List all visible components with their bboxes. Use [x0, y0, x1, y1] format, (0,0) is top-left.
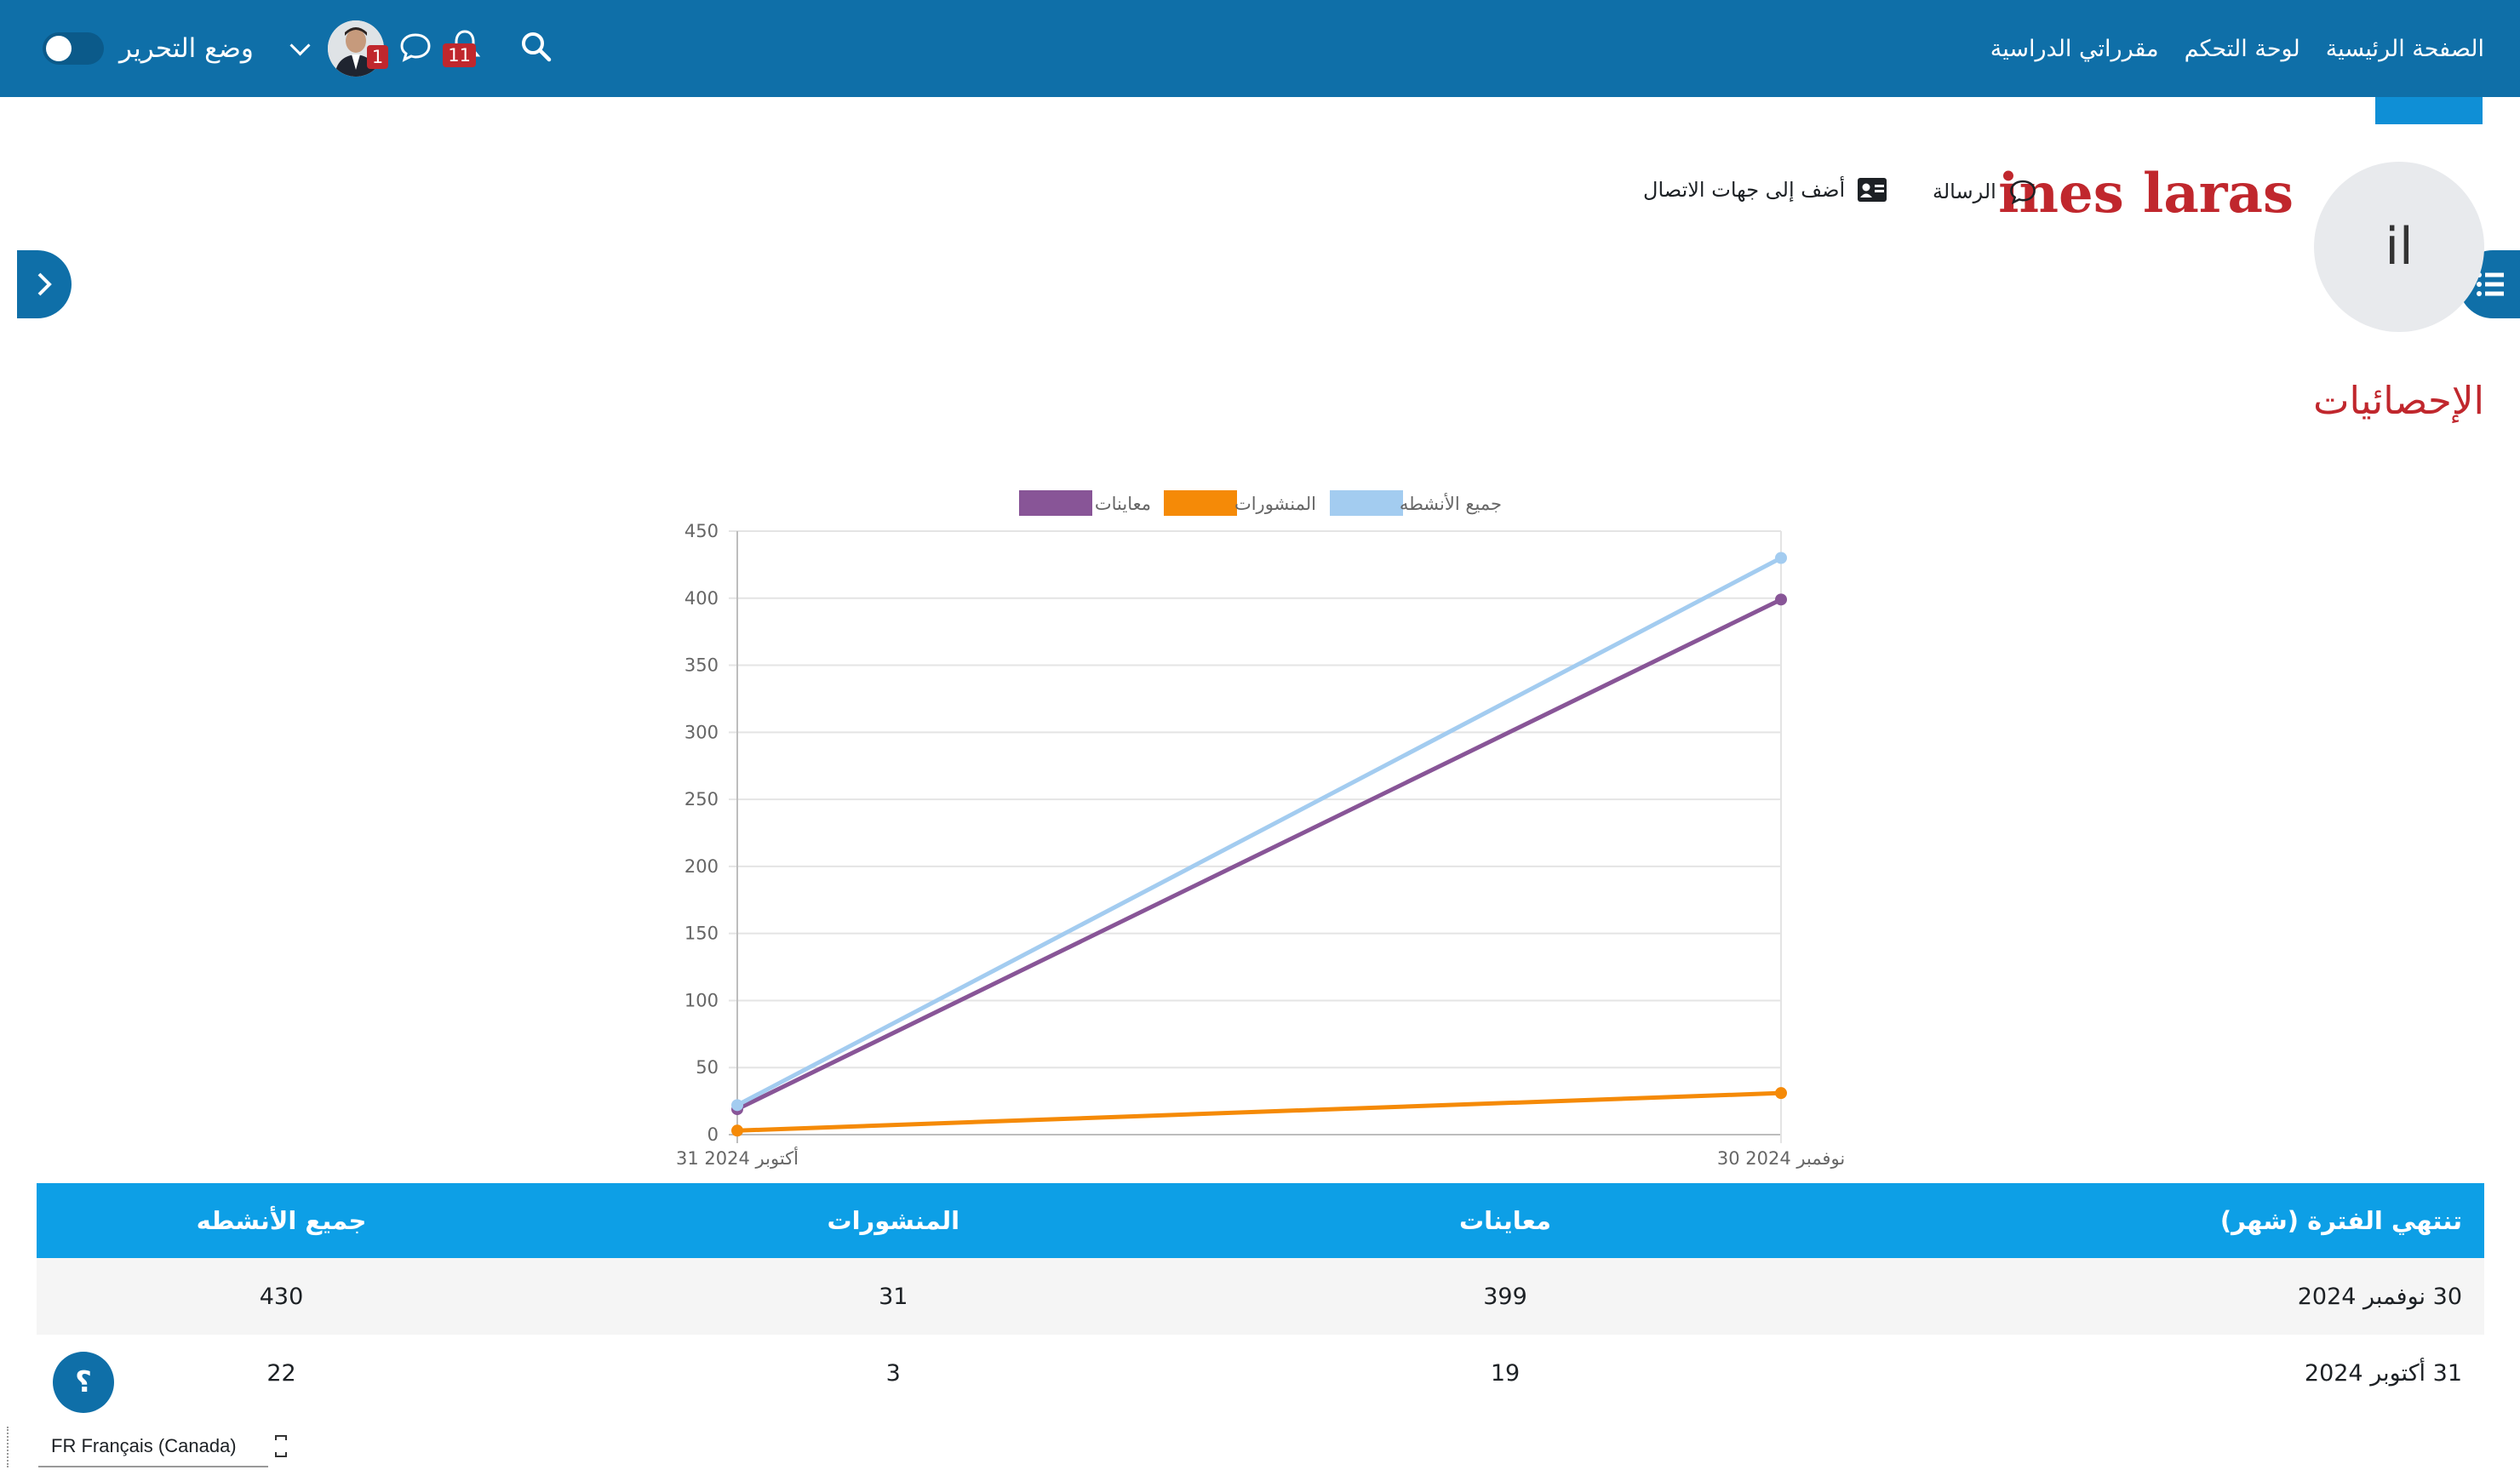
header-posts[interactable]: المنشورات [526, 1183, 1261, 1258]
legend-label: المنشورات [1234, 494, 1316, 514]
chart-legend: معاينات المنشورات جميع الأنشطه [1019, 490, 1502, 516]
edit-mode-label: وضع التحرير [119, 33, 254, 64]
add-contact-label: أضف إلى جهات الاتصال [1643, 178, 1846, 202]
language-selector[interactable]: FR Français (Canada) [51, 1435, 237, 1457]
y-tick-label: 350 [684, 655, 719, 676]
x-axis-ticks: 31 أكتوبر 2024 30 نوفمبر 2024 [676, 1147, 1845, 1169]
cell-views: 399 [1260, 1258, 1750, 1335]
help-label: ؟ [75, 1365, 92, 1399]
language-bar: FR Français (Canada) [0, 1423, 2520, 1470]
x-tick-label: 31 أكتوبر 2024 [676, 1147, 799, 1169]
cell-posts: 3 [526, 1335, 1261, 1411]
message-button[interactable]: الرسالة [1933, 177, 2037, 206]
header-views[interactable]: معاينات [1260, 1183, 1750, 1258]
chart-series [731, 552, 1787, 1137]
message-label: الرسالة [1933, 180, 1996, 203]
profile-avatar: il [2314, 162, 2484, 332]
y-tick-label: 100 [684, 990, 719, 1010]
legend-swatch [1164, 490, 1237, 516]
y-tick-label: 250 [684, 789, 719, 809]
y-tick-label: 150 [684, 924, 719, 944]
messages-button[interactable] [398, 30, 432, 67]
table-row: 30 نوفمبر 2024 399 31 430 [37, 1258, 2484, 1335]
cell-period: 31 أكتوبر 2024 [1750, 1335, 2484, 1411]
data-point [731, 1124, 743, 1137]
help-button[interactable]: ؟ [53, 1352, 114, 1413]
divider [38, 1466, 268, 1467]
y-tick-label: 0 [707, 1124, 719, 1145]
table-header-row: تنتهي الفترة (شهر) معاينات المنشورات جمي… [37, 1183, 2484, 1258]
chevron-down-icon[interactable] [289, 34, 311, 56]
data-point [731, 1099, 743, 1112]
cell-period: 30 نوفمبر 2024 [1750, 1258, 2484, 1335]
chart-gridlines [729, 530, 1782, 1143]
edit-mode-toggle[interactable] [43, 32, 104, 65]
y-tick-label: 200 [684, 856, 719, 877]
data-point [1775, 552, 1787, 564]
nav-dashboard-link[interactable]: لوحة التحكم [2185, 36, 2300, 62]
notifications-button[interactable]: 11 [443, 28, 482, 69]
search-button[interactable] [519, 30, 553, 67]
cell-posts: 31 [526, 1258, 1261, 1335]
data-point [1775, 593, 1787, 606]
statistics-table: تنتهي الفترة (شهر) معاينات المنشورات جمي… [37, 1183, 2484, 1411]
data-point [1775, 1087, 1787, 1100]
add-contact-button[interactable]: أضف إلى جهات الاتصال [1643, 177, 1887, 203]
header-all-activity[interactable]: جميع الأنشطه [37, 1183, 526, 1258]
legend-label: جميع الأنشطه [1400, 493, 1502, 514]
contact-card-icon [1858, 178, 1887, 202]
divider [7, 1427, 10, 1467]
notifications-badge: 11 [443, 43, 477, 67]
legend-swatch [1330, 490, 1403, 516]
primary-navigation: الصفحة الرئيسية لوحة التحكم مقرراتي الدر… [1990, 0, 2484, 97]
legend-swatch [1019, 490, 1092, 516]
message-icon [2009, 180, 2036, 205]
user-tools: وضع التحرير 1 11 [43, 0, 553, 97]
messages-badge: 1 [366, 45, 389, 69]
profile-name: ines laras [1998, 162, 2294, 226]
series-line [736, 556, 1783, 1107]
y-tick-label: 400 [684, 588, 719, 609]
y-tick-label: 450 [684, 521, 719, 541]
statistics-heading: الإحصائيات [2313, 378, 2484, 423]
y-tick-label: 50 [696, 1057, 719, 1078]
top-navbar: الصفحة الرئيسية لوحة التحكم مقرراتي الدر… [0, 0, 2520, 97]
series-line [736, 598, 1783, 1112]
open-block-drawer-button[interactable] [17, 250, 72, 318]
page-action-tab[interactable] [2375, 97, 2483, 124]
header-period[interactable]: تنتهي الفترة (شهر) [1750, 1183, 2484, 1258]
cell-all-activity: 430 [37, 1258, 526, 1335]
nav-home-link[interactable]: الصفحة الرئيسية [2326, 36, 2484, 62]
chevron-right-icon [37, 272, 52, 296]
y-tick-label: 300 [684, 722, 719, 742]
toggle-knob [46, 36, 72, 61]
profile-initials: il [2385, 217, 2414, 277]
statistics-line-chart: معاينات المنشورات جميع الأنشطه 0 50 100 150 20… [676, 490, 1845, 1169]
search-icon [522, 32, 552, 62]
nav-my-courses-link[interactable]: مقرراتي الدراسية [1990, 36, 2159, 62]
expand-icon[interactable] [274, 1433, 288, 1459]
legend-label: معاينات [1095, 494, 1151, 514]
series-line [736, 1090, 1782, 1133]
y-axis-ticks: 0 50 100 150 200 250 300 350 400 450 [684, 521, 719, 1145]
message-icon [400, 33, 431, 62]
x-tick-label: 30 نوفمبر 2024 [1717, 1148, 1845, 1169]
table-row: 31 أكتوبر 2024 19 3 22 [37, 1335, 2484, 1411]
cell-views: 19 [1260, 1335, 1750, 1411]
